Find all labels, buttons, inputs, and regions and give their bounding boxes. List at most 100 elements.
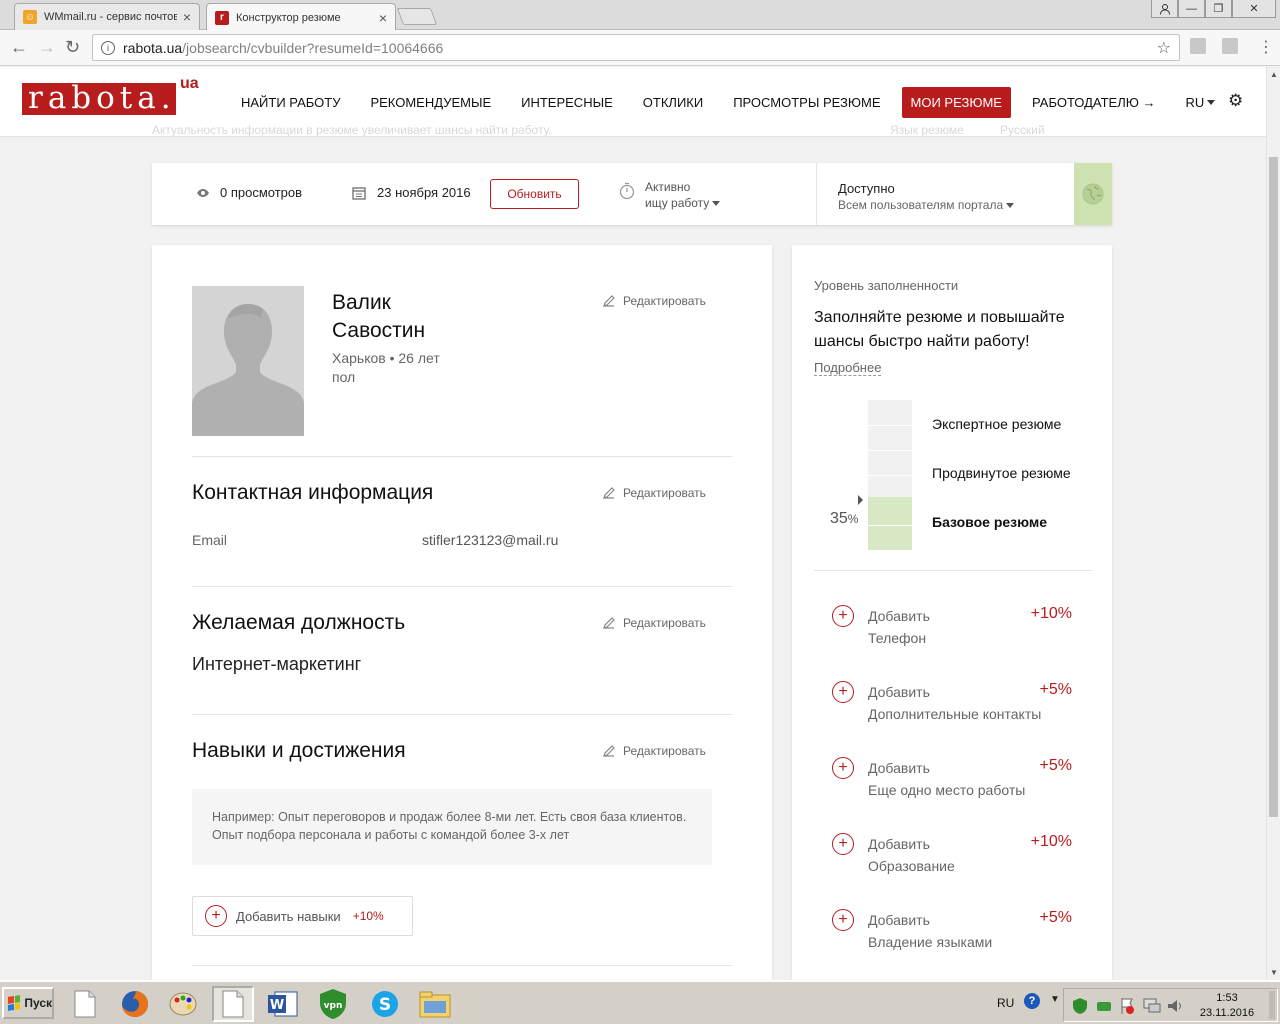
keyboard-language[interactable]: RU — [997, 996, 1014, 1010]
edit-contacts-button[interactable]: Редактировать — [602, 486, 706, 500]
search-status-dropdown[interactable]: Активно ищу работу — [619, 179, 721, 211]
nav-resume-views[interactable]: ПРОСМОТРЫ РЕЗЮМЕ — [733, 95, 880, 110]
edit-position-button[interactable]: Редактировать — [602, 616, 706, 630]
update-date: 23 ноября 2016 — [352, 185, 471, 200]
svg-text:S: S — [379, 995, 391, 1015]
help-icon[interactable]: ? — [1024, 993, 1040, 1009]
scroll-down-icon[interactable]: ▼ — [1270, 968, 1278, 977]
new-tab-button[interactable] — [396, 8, 438, 25]
menu-icon[interactable]: ⋮ — [1258, 37, 1274, 57]
start-label: Пуск — [24, 996, 52, 1010]
show-desktop-button[interactable] — [1269, 991, 1275, 1019]
edit-personal-button[interactable]: Редактировать — [602, 294, 706, 308]
nav-employers[interactable]: РАБОТОДАТЕЛЮ → — [1032, 95, 1156, 110]
svg-text:W: W — [270, 998, 284, 1013]
site-info-icon[interactable]: i — [101, 40, 115, 55]
meter-pointer-icon — [858, 495, 863, 505]
user-icon[interactable] — [1151, 0, 1178, 18]
update-button[interactable]: Обновить — [490, 179, 579, 209]
tab-title: WMmail.ru - сервис почтов — [44, 11, 177, 23]
views-counter: 0 просмотров — [196, 185, 302, 200]
tab-close-icon[interactable]: × — [183, 9, 191, 25]
vpn-shield-icon[interactable]: vpn — [312, 986, 354, 1022]
last-name: Савостин — [332, 319, 426, 342]
volume-icon[interactable] — [1167, 998, 1183, 1014]
forward-icon[interactable]: → — [38, 37, 56, 58]
pencil-icon — [603, 295, 615, 307]
page-scrollbar[interactable]: ▲ ▼ — [1266, 67, 1280, 980]
start-button[interactable]: Пуск — [2, 987, 54, 1019]
nav-my-resumes[interactable]: МОИ РЕЗЮМЕ — [901, 87, 1011, 118]
level-advanced: Продвинутое резюме — [932, 465, 1071, 481]
restore-button[interactable]: ❐ — [1205, 0, 1232, 18]
system-clock[interactable]: 1:53 23.11.2016 — [1197, 991, 1257, 1021]
email-value: stifler123123@mail.ru — [422, 532, 559, 548]
pencil-icon — [603, 745, 615, 757]
scrollbar-thumb[interactable] — [1269, 157, 1278, 817]
document-icon[interactable] — [64, 986, 106, 1022]
nav-find-job[interactable]: НАЙТИ РАБОТУ — [241, 95, 340, 110]
search-status-line2: ищу работу — [645, 196, 710, 210]
edit-label: Редактировать — [623, 616, 706, 630]
file-manager-icon[interactable] — [414, 986, 456, 1022]
logo-suffix: ua — [180, 75, 199, 92]
rabota-logo[interactable]: rabota. — [22, 83, 176, 115]
tab-wmmail[interactable]: ☺ WMmail.ru - сервис почтов × — [14, 3, 200, 30]
flag-alert-icon[interactable] — [1119, 997, 1135, 1015]
pencil-icon — [603, 617, 615, 629]
add-phone-item[interactable]: + Добавить Телефон +10% — [832, 603, 1076, 653]
plus-circle-icon: + — [832, 681, 854, 703]
network-icon[interactable] — [1096, 998, 1112, 1014]
position-section-title: Желаемая должность — [192, 611, 406, 634]
skype-icon[interactable]: S — [364, 986, 406, 1022]
calendar-icon — [352, 186, 366, 200]
site-header: Актуальность информации в резюме увеличи… — [0, 67, 1266, 137]
tray-expand-icon[interactable]: ▼ — [1050, 994, 1060, 1005]
more-link[interactable]: Подробнее — [814, 360, 882, 376]
address-bar[interactable]: i rabota.ua/jobsearch/cvbuilder?resumeId… — [92, 34, 1180, 61]
pencil-icon — [603, 487, 615, 499]
skills-example: Например: Опыт переговоров и продаж боле… — [192, 789, 712, 865]
add-skills-button[interactable]: + Добавить навыки +10% — [192, 896, 413, 936]
notepad-icon[interactable] — [212, 986, 254, 1022]
stopwatch-icon — [619, 182, 635, 200]
add-label: Добавить — [868, 684, 930, 700]
paint-palette-icon[interactable] — [162, 986, 204, 1022]
add-education-item[interactable]: + Добавить Образование +10% — [832, 831, 1076, 881]
nav-interesting[interactable]: ИНТЕРЕСНЫЕ — [521, 95, 613, 110]
gear-icon[interactable]: ⚙ — [1228, 91, 1243, 111]
extension-icon[interactable] — [1222, 38, 1238, 54]
chevron-down-icon — [1006, 203, 1015, 209]
firefox-icon[interactable] — [114, 986, 156, 1022]
close-window-button[interactable]: ✕ — [1232, 0, 1276, 18]
tab-close-icon[interactable]: × — [379, 10, 387, 26]
scroll-up-icon[interactable]: ▲ — [1270, 70, 1278, 79]
globe-icon — [1082, 183, 1104, 205]
add-extra-contacts-item[interactable]: + Добавить Дополнительные контакты +5% — [832, 679, 1076, 729]
meter-tick — [868, 475, 912, 476]
monitor-icon[interactable] — [1143, 998, 1161, 1014]
candidate-meta: Харьков • 26 лет пол — [332, 349, 440, 387]
reload-icon[interactable]: ↻ — [65, 37, 80, 58]
visibility-globe[interactable] — [1074, 163, 1112, 225]
nav-recommended[interactable]: РЕКОМЕНДУЕМЫЕ — [370, 95, 491, 110]
add-workplace-item[interactable]: + Добавить Еще одно место работы +5% — [832, 755, 1076, 805]
section-divider — [192, 965, 732, 966]
edit-skills-button[interactable]: Редактировать — [602, 744, 706, 758]
gender: пол — [332, 369, 356, 385]
nav-responses[interactable]: ОТКЛИКИ — [643, 95, 703, 110]
minimize-button[interactable]: — — [1178, 0, 1205, 18]
bookmark-star-icon[interactable]: ☆ — [1157, 38, 1171, 58]
completeness-sidebar: Уровень заполненности Заполняйте резюме … — [792, 245, 1112, 980]
item-percent: +10% — [1030, 833, 1072, 850]
security-shield-icon[interactable] — [1072, 997, 1088, 1015]
language-selector[interactable]: RU — [1185, 95, 1204, 110]
add-languages-item[interactable]: + Добавить Владение языками +5% — [832, 907, 1076, 957]
back-icon[interactable]: ← — [10, 37, 28, 58]
profile-photo-placeholder[interactable] — [192, 286, 304, 436]
item-label: Дополнительные контакты — [868, 706, 1042, 722]
extension-icon[interactable] — [1190, 38, 1206, 54]
visibility-dropdown[interactable]: Доступно Всем пользователям портала — [838, 181, 1015, 212]
word-icon[interactable]: W — [262, 986, 304, 1022]
tab-cv-builder[interactable]: r Конструктор резюме × — [206, 3, 396, 31]
